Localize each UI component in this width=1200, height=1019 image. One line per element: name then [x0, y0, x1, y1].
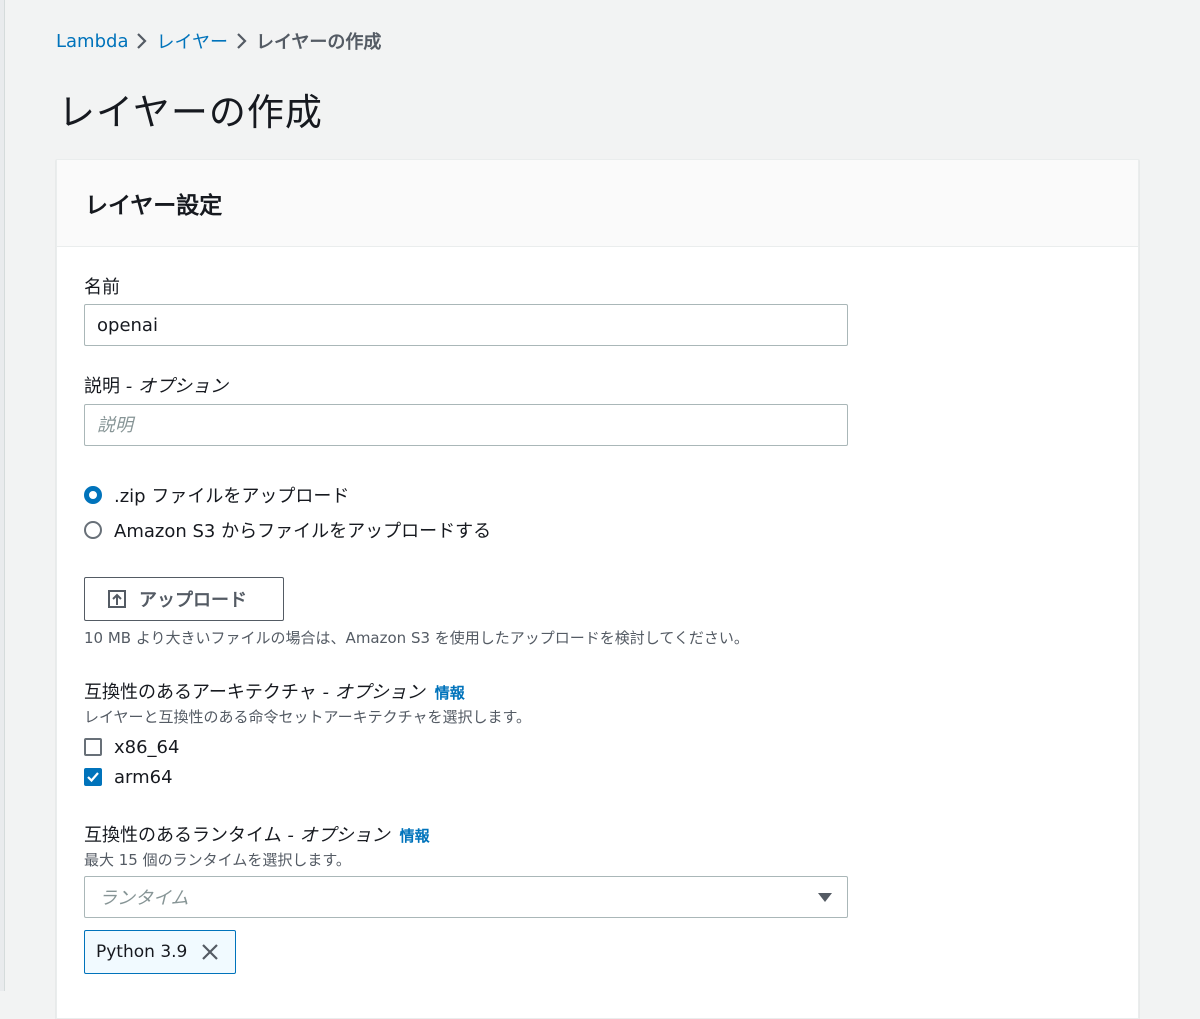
- upload-button-label: アップロード: [139, 590, 247, 610]
- close-icon[interactable]: [201, 943, 219, 961]
- architectures-description: レイヤーと互換性のある命令セットアーキテクチャを選択します。: [84, 708, 532, 726]
- upload-icon: [108, 590, 126, 608]
- layer-settings-panel: レイヤー設定 名前 説明 - オプション .zip ファイルをアップロード Am…: [56, 159, 1139, 1019]
- panel-title: レイヤー設定: [85, 193, 223, 219]
- radio-label: .zip ファイルをアップロード: [114, 486, 350, 507]
- radio-selected[interactable]: [84, 486, 102, 504]
- architectures-label-text: 互換性のあるアーキテクチャ: [84, 682, 317, 703]
- checkbox-x86-64[interactable]: x86_64: [84, 735, 179, 759]
- checkbox-arm64[interactable]: arm64: [84, 765, 173, 789]
- breadcrumb-layers[interactable]: レイヤー: [156, 28, 227, 54]
- architectures-label: 互換性のあるアーキテクチャ - オプション 情報: [84, 678, 465, 704]
- breadcrumb: Lambda レイヤー レイヤーの作成: [56, 28, 381, 54]
- runtimes-info-link[interactable]: 情報: [400, 827, 430, 845]
- check-icon: [87, 772, 99, 783]
- optional-text: - オプション: [316, 682, 425, 703]
- runtimes-label-text: 互換性のあるランタイム: [84, 825, 282, 846]
- description-label-text: 説明: [84, 376, 120, 397]
- checkbox-label: x86_64: [114, 736, 180, 758]
- radio-label: Amazon S3 からファイルをアップロードする: [114, 521, 492, 542]
- checkbox-unchecked[interactable]: [84, 738, 102, 756]
- runtime-select[interactable]: ランタイム: [84, 876, 848, 918]
- checkbox-checked[interactable]: [84, 768, 102, 786]
- description-input[interactable]: [84, 404, 848, 446]
- runtime-token-label: Python 3.9: [96, 942, 188, 962]
- upload-button[interactable]: アップロード: [84, 577, 284, 621]
- optional-text: - オプション: [281, 825, 390, 846]
- name-label: 名前: [84, 277, 120, 298]
- optional-text: - オプション: [120, 376, 228, 397]
- runtimes-label: 互換性のあるランタイム - オプション 情報: [84, 821, 430, 847]
- page-title: レイヤーの作成: [58, 91, 323, 134]
- radio-zip-upload[interactable]: .zip ファイルをアップロード: [84, 482, 349, 508]
- runtimes-description: 最大 15 個のランタイムを選択します。: [84, 851, 351, 869]
- breadcrumb-current: レイヤーの作成: [255, 32, 382, 53]
- runtime-token: Python 3.9: [84, 930, 236, 974]
- checkbox-label: arm64: [114, 766, 173, 788]
- name-input[interactable]: [84, 304, 848, 346]
- chevron-right-icon: [128, 28, 156, 54]
- breadcrumb-lambda[interactable]: Lambda: [56, 31, 128, 52]
- runtime-select-placeholder: ランタイム: [99, 888, 189, 909]
- panel-header: レイヤー設定: [57, 160, 1138, 247]
- radio-s3-upload[interactable]: Amazon S3 からファイルをアップロードする: [84, 517, 491, 543]
- radio-unselected[interactable]: [84, 521, 102, 539]
- architectures-info-link[interactable]: 情報: [435, 684, 465, 702]
- left-edge-rule: [0, 0, 5, 991]
- description-label: 説明 - オプション: [84, 372, 228, 398]
- upload-help-text: 10 MB より大きいファイルの場合は、Amazon S3 を使用したアップロー…: [84, 629, 749, 647]
- caret-down-icon: [818, 893, 832, 902]
- chevron-right-icon: [228, 28, 256, 54]
